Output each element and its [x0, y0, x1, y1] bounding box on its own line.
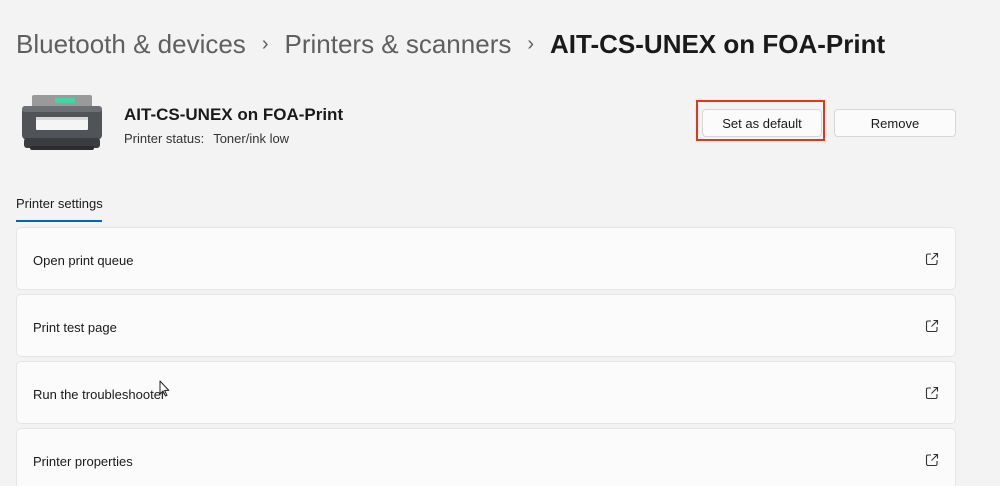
external-link-icon: [925, 453, 939, 467]
printer-status-label: Printer status:: [124, 131, 205, 146]
set-as-default-button[interactable]: Set as default: [702, 109, 822, 137]
printer-icon: [22, 95, 102, 150]
printer-status: Printer status: Toner/ink low: [124, 131, 289, 146]
breadcrumb-printers-scanners[interactable]: Printers & scanners: [284, 26, 511, 62]
run-troubleshooter-row[interactable]: Run the troubleshooter: [16, 361, 956, 424]
printer-properties-row[interactable]: Printer properties: [16, 428, 956, 486]
breadcrumb-separator: ›: [527, 33, 535, 55]
page-title: AIT-CS-UNEX on FOA-Print: [550, 29, 886, 59]
tab-active-indicator: [16, 220, 102, 222]
breadcrumb: Bluetooth & devices › Printers & scanner…: [16, 26, 885, 62]
external-link-icon: [925, 252, 939, 266]
external-link-icon: [925, 319, 939, 333]
external-link-icon: [925, 386, 939, 400]
print-test-page-row[interactable]: Print test page: [16, 294, 956, 357]
tab-printer-settings[interactable]: Printer settings: [16, 196, 103, 211]
printer-name: AIT-CS-UNEX on FOA-Print: [124, 105, 344, 124]
open-print-queue-row[interactable]: Open print queue: [16, 227, 956, 290]
setting-label: Run the troubleshooter: [33, 387, 166, 402]
settings-page: Bluetooth & devices › Printers & scanner…: [0, 0, 1000, 486]
setting-label: Print test page: [33, 320, 117, 335]
breadcrumb-separator: ›: [261, 33, 269, 55]
setting-label: Printer properties: [33, 454, 133, 469]
mouse-cursor-icon: [159, 380, 170, 397]
printer-status-value: Toner/ink low: [213, 131, 290, 146]
settings-list: Open print queue Print test page Run the…: [16, 227, 956, 486]
setting-label: Open print queue: [33, 253, 134, 268]
remove-button[interactable]: Remove: [834, 109, 956, 137]
breadcrumb-bluetooth-devices[interactable]: Bluetooth & devices: [16, 26, 246, 62]
